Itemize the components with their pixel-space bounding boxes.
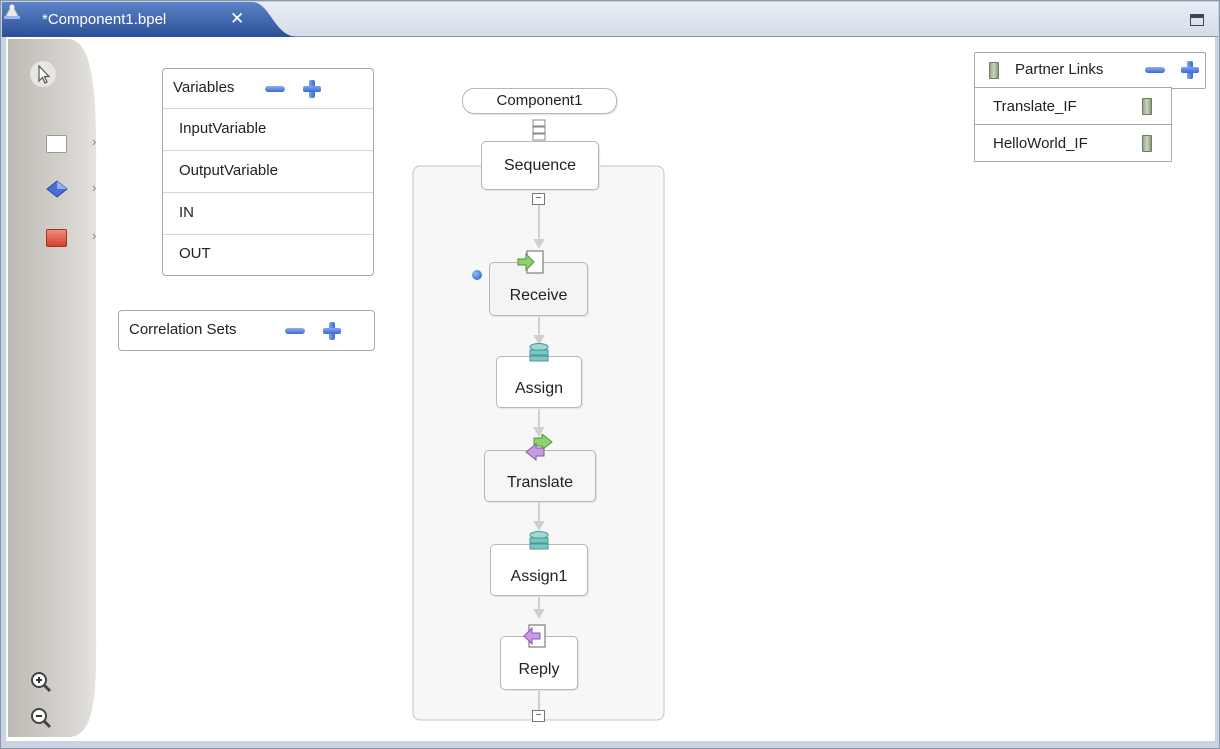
partner-links-title: Partner Links <box>1015 61 1104 78</box>
structured-activity-tool[interactable]: › <box>46 179 104 199</box>
bpel-file-icon <box>4 3 20 19</box>
partner-links-panel: Partner Links <box>974 52 1206 89</box>
partner-link-icon <box>1142 135 1152 152</box>
collapse-sequence-icon[interactable]: − <box>532 193 545 205</box>
chevron-right-icon: › <box>92 180 97 195</box>
correlation-sets-panel: Correlation Sets <box>118 310 375 351</box>
correlation-sets-title: Correlation Sets <box>129 321 237 338</box>
add-variable-icon[interactable] <box>303 80 321 98</box>
sequence-activity[interactable]: Sequence <box>481 141 599 190</box>
partner-link-label: Translate_IF <box>993 98 1077 115</box>
variables-title: Variables <box>173 79 235 96</box>
partner-link-label: HelloWorld_IF <box>993 135 1088 152</box>
red-box-icon <box>46 229 67 247</box>
variable-label: OutputVariable <box>179 162 278 179</box>
variables-panel: Variables InputVariable OutputVariable I… <box>162 68 374 276</box>
zoom-in-button[interactable] <box>30 671 52 693</box>
white-box-icon <box>46 135 67 153</box>
palette: › › › <box>8 39 105 737</box>
sequence-label: Sequence <box>503 157 577 174</box>
process-name[interactable]: Component1 <box>462 88 617 114</box>
translate-icon <box>525 434 553 462</box>
fault-activity-tool[interactable]: › <box>46 227 104 247</box>
pointer-arrow-icon <box>38 64 51 84</box>
add-partner-link-icon[interactable] <box>1181 61 1199 79</box>
receive-icon <box>517 250 544 274</box>
process-name-label: Component1 <box>496 92 583 109</box>
variable-label: IN <box>179 204 194 221</box>
partner-link-item[interactable]: HelloWorld_IF <box>974 124 1172 162</box>
close-icon[interactable]: ✕ <box>230 9 244 29</box>
blue-diamond-icon <box>46 180 68 198</box>
variable-item[interactable]: InputVariable <box>163 108 373 150</box>
tab-bar: *Component1.bpel ✕ <box>2 2 1218 37</box>
zoom-in-icon <box>31 672 52 693</box>
assign-icon <box>529 531 549 550</box>
partner-link-item[interactable]: Translate_IF <box>974 87 1172 125</box>
variable-label: InputVariable <box>179 120 267 137</box>
partner-link-icon <box>989 62 999 79</box>
maximize-icon[interactable] <box>1190 14 1204 26</box>
chevron-right-icon: › <box>92 228 97 243</box>
assign1-label: Assign1 <box>510 568 568 585</box>
partner-link-icon <box>1142 98 1152 115</box>
chevron-right-icon: › <box>92 134 97 149</box>
tab-title: *Component1.bpel <box>42 11 167 28</box>
variable-item[interactable]: IN <box>163 192 373 234</box>
editor-tab[interactable]: *Component1.bpel ✕ <box>2 2 297 37</box>
zoom-out-button[interactable] <box>30 707 52 729</box>
variable-item[interactable]: OutputVariable <box>163 150 373 192</box>
assign-icon <box>529 343 549 362</box>
assign-label: Assign <box>514 380 564 397</box>
sequence-connector-icon <box>532 119 546 141</box>
remove-variable-icon[interactable] <box>265 86 285 92</box>
receive-label: Receive <box>509 287 568 304</box>
reply-icon <box>523 624 546 648</box>
reply-label: Reply <box>518 661 560 678</box>
variable-item[interactable]: OUT <box>163 234 373 274</box>
select-tool[interactable] <box>30 61 56 87</box>
add-correlation-set-icon[interactable] <box>323 322 341 340</box>
empty-activity-tool[interactable]: › <box>46 133 104 153</box>
remove-correlation-set-icon[interactable] <box>285 328 305 334</box>
remove-partner-link-icon[interactable] <box>1145 67 1165 73</box>
translate-label: Translate <box>506 474 574 491</box>
collapse-sequence-end-icon[interactable]: − <box>532 710 545 722</box>
breakpoint-dot-icon[interactable] <box>472 270 482 280</box>
zoom-out-icon <box>31 708 52 729</box>
variable-label: OUT <box>179 245 211 262</box>
